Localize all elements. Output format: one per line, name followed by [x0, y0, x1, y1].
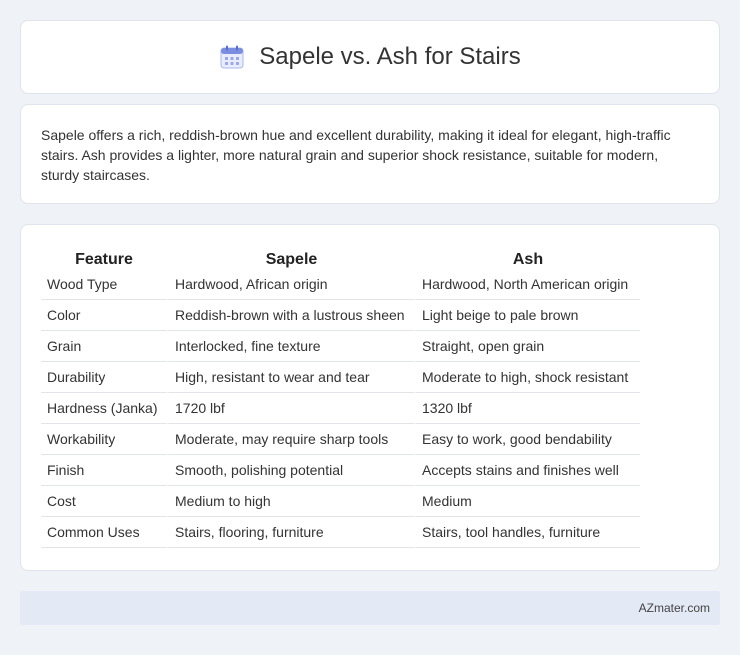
ash-cell: Moderate to high, shock resistant	[414, 362, 640, 393]
calendar-icon	[219, 44, 245, 70]
sapele-cell: Stairs, flooring, furniture	[167, 517, 414, 548]
ash-cell: Accepts stains and finishes well	[414, 455, 640, 486]
footer-bar: AZmater.com	[20, 591, 720, 625]
feature-cell: Common Uses	[41, 517, 167, 548]
table-row: Wood Type Hardwood, African origin Hardw…	[41, 269, 640, 300]
page-title: Sapele vs. Ash for Stairs	[259, 43, 521, 70]
feature-cell: Cost	[41, 486, 167, 517]
sapele-cell: Interlocked, fine texture	[167, 331, 414, 362]
ash-cell: 1320 lbf	[414, 393, 640, 424]
header-sapele: Sapele	[167, 245, 414, 269]
sapele-cell: High, resistant to wear and tear	[167, 362, 414, 393]
sapele-cell: 1720 lbf	[167, 393, 414, 424]
table-row: Durability High, resistant to wear and t…	[41, 362, 640, 393]
feature-cell: Grain	[41, 331, 167, 362]
sapele-cell: Reddish-brown with a lustrous sheen	[167, 300, 414, 331]
sapele-cell: Smooth, polishing potential	[167, 455, 414, 486]
table-row: Workability Moderate, may require sharp …	[41, 424, 640, 455]
ash-cell: Light beige to pale brown	[414, 300, 640, 331]
table-row: Finish Smooth, polishing potential Accep…	[41, 455, 640, 486]
header-ash: Ash	[414, 245, 640, 269]
feature-cell: Color	[41, 300, 167, 331]
ash-cell: Medium	[414, 486, 640, 517]
ash-cell: Straight, open grain	[414, 331, 640, 362]
table-row: Cost Medium to high Medium	[41, 486, 640, 517]
summary-card: Sapele offers a rich, reddish-brown hue …	[20, 104, 720, 204]
feature-cell: Workability	[41, 424, 167, 455]
ash-cell: Easy to work, good bendability	[414, 424, 640, 455]
header-feature: Feature	[75, 251, 133, 268]
feature-cell: Durability	[41, 362, 167, 393]
table-row: Common Uses Stairs, flooring, furniture …	[41, 517, 640, 548]
ash-cell: Stairs, tool handles, furniture	[414, 517, 640, 548]
sapele-cell: Moderate, may require sharp tools	[167, 424, 414, 455]
table-header-row: Feature Sapele Ash	[41, 245, 640, 269]
table-row: Hardness (Janka) 1720 lbf 1320 lbf	[41, 393, 640, 424]
sapele-cell: Medium to high	[167, 486, 414, 517]
table-card: Feature Sapele Ash Wood Type Hardwood, A…	[20, 224, 720, 571]
summary-text: Sapele offers a rich, reddish-brown hue …	[41, 127, 671, 183]
feature-cell: Finish	[41, 455, 167, 486]
table-row: Grain Interlocked, fine texture Straight…	[41, 331, 640, 362]
table-row: Color Reddish-brown with a lustrous shee…	[41, 300, 640, 331]
feature-cell: Hardness (Janka)	[41, 393, 167, 424]
comparison-table: Feature Sapele Ash Wood Type Hardwood, A…	[41, 245, 640, 548]
header-card: Sapele vs. Ash for Stairs	[20, 20, 720, 94]
ash-cell: Hardwood, North American origin	[414, 269, 640, 300]
title-wrap: Sapele vs. Ash for Stairs	[219, 43, 521, 71]
sapele-cell: Hardwood, African origin	[167, 269, 414, 300]
feature-cell: Wood Type	[41, 269, 167, 300]
footer-site-label: AZmater.com	[638, 601, 710, 615]
